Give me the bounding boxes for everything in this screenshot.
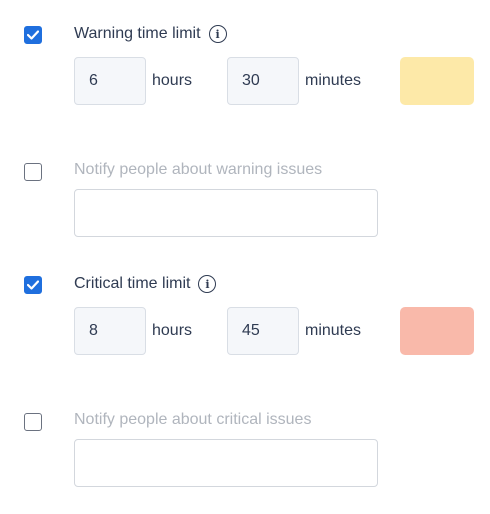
critical-minutes-value: 45 xyxy=(242,322,260,339)
critical-hours-value: 8 xyxy=(89,322,98,339)
critical-time-limit-checkbox[interactable] xyxy=(24,276,42,294)
warning-minutes-unit: minutes xyxy=(305,72,362,89)
notify-critical-checkbox[interactable] xyxy=(24,413,42,431)
warning-time-limit-text: Warning time limit xyxy=(74,25,201,42)
notify-warning-text: Notify people about warning issues xyxy=(74,161,323,178)
critical-color-swatch[interactable] xyxy=(400,307,474,355)
checkmark-icon xyxy=(27,30,39,40)
warning-minutes-input[interactable]: 30 xyxy=(227,57,299,105)
critical-time-limit-label: Critical time limit i xyxy=(74,272,217,296)
checkmark-icon xyxy=(27,280,39,290)
time-limit-settings: Warning time limit i 6 hours 30 minutes … xyxy=(0,0,490,514)
notify-critical-label: Notify people about critical issues xyxy=(74,408,311,432)
notify-warning-people-input[interactable] xyxy=(74,189,378,237)
critical-minutes-input[interactable]: 45 xyxy=(227,307,299,355)
warning-hours-input[interactable]: 6 xyxy=(74,57,146,105)
notify-critical-people-input[interactable] xyxy=(74,439,378,487)
warning-time-limit-checkbox[interactable] xyxy=(24,26,42,44)
warning-color-swatch[interactable] xyxy=(400,57,474,105)
warning-hours-value: 6 xyxy=(89,72,98,89)
info-icon[interactable]: i xyxy=(198,275,217,293)
notify-critical-text: Notify people about critical issues xyxy=(74,411,312,428)
notify-warning-label: Notify people about warning issues xyxy=(74,158,322,182)
warning-minutes-value: 30 xyxy=(242,72,260,89)
critical-hours-input[interactable]: 8 xyxy=(74,307,146,355)
critical-time-limit-text: Critical time limit xyxy=(74,275,191,292)
notify-warning-checkbox[interactable] xyxy=(24,163,42,181)
critical-hours-unit: hours xyxy=(152,322,193,339)
info-icon[interactable]: i xyxy=(208,25,227,43)
critical-minutes-unit: minutes xyxy=(305,322,362,339)
warning-time-limit-label: Warning time limit i xyxy=(74,22,227,46)
warning-hours-unit: hours xyxy=(152,72,193,89)
